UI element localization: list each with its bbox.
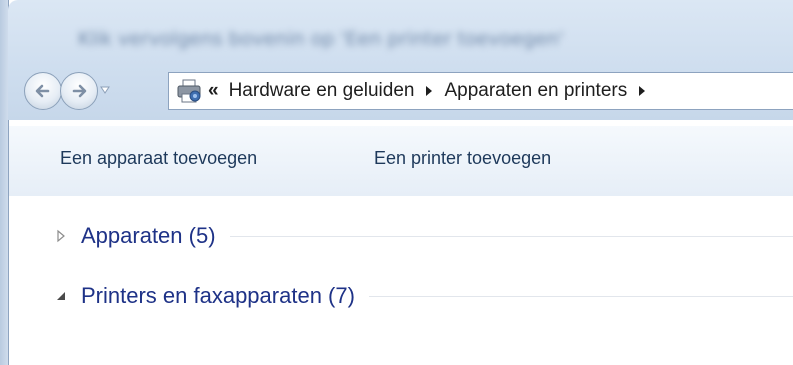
group-header-printers[interactable]: Printers en faxapparaten (7)	[9, 276, 793, 316]
explorer-window: Klik vervolgens bovenin op 'Een printer …	[0, 0, 793, 365]
forward-arrow-icon	[72, 84, 87, 98]
group-label-devices: Apparaten (5)	[81, 223, 216, 248]
forward-button[interactable]	[60, 72, 98, 110]
breadcrumb-separator-icon[interactable]	[426, 86, 433, 96]
devices-printers-icon	[177, 79, 201, 103]
command-bar: Een apparaat toevoegen Een printer toevo…	[9, 125, 793, 197]
add-device-button[interactable]: Een apparaat toevoegen	[60, 148, 257, 169]
collapse-triangle-icon[interactable]	[53, 288, 69, 304]
group-header-devices[interactable]: Apparaten (5)	[9, 216, 793, 256]
back-arrow-icon	[35, 84, 50, 98]
address-overflow-button[interactable]: «	[208, 80, 219, 102]
group-label-printers: Printers en faxapparaten (7)	[81, 283, 355, 308]
back-button[interactable]	[24, 72, 62, 110]
add-printer-button[interactable]: Een printer toevoegen	[374, 148, 551, 169]
recent-pages-dropdown[interactable]	[100, 86, 110, 94]
content-pane: Apparaten (5) Printers en faxapparaten (…	[9, 196, 793, 365]
window-title: Klik vervolgens bovenin op 'Een printer …	[78, 28, 564, 50]
group-divider	[229, 235, 793, 237]
breadcrumb-hardware[interactable]: Hardware en geluiden	[229, 80, 415, 102]
address-bar[interactable]: « Hardware en geluiden Apparaten en prin…	[168, 72, 793, 110]
breadcrumb-devices-printers[interactable]: Apparaten en printers	[444, 80, 627, 102]
breadcrumb-separator-icon[interactable]	[639, 86, 646, 96]
expand-triangle-icon[interactable]	[53, 228, 69, 244]
group-divider	[368, 295, 793, 297]
